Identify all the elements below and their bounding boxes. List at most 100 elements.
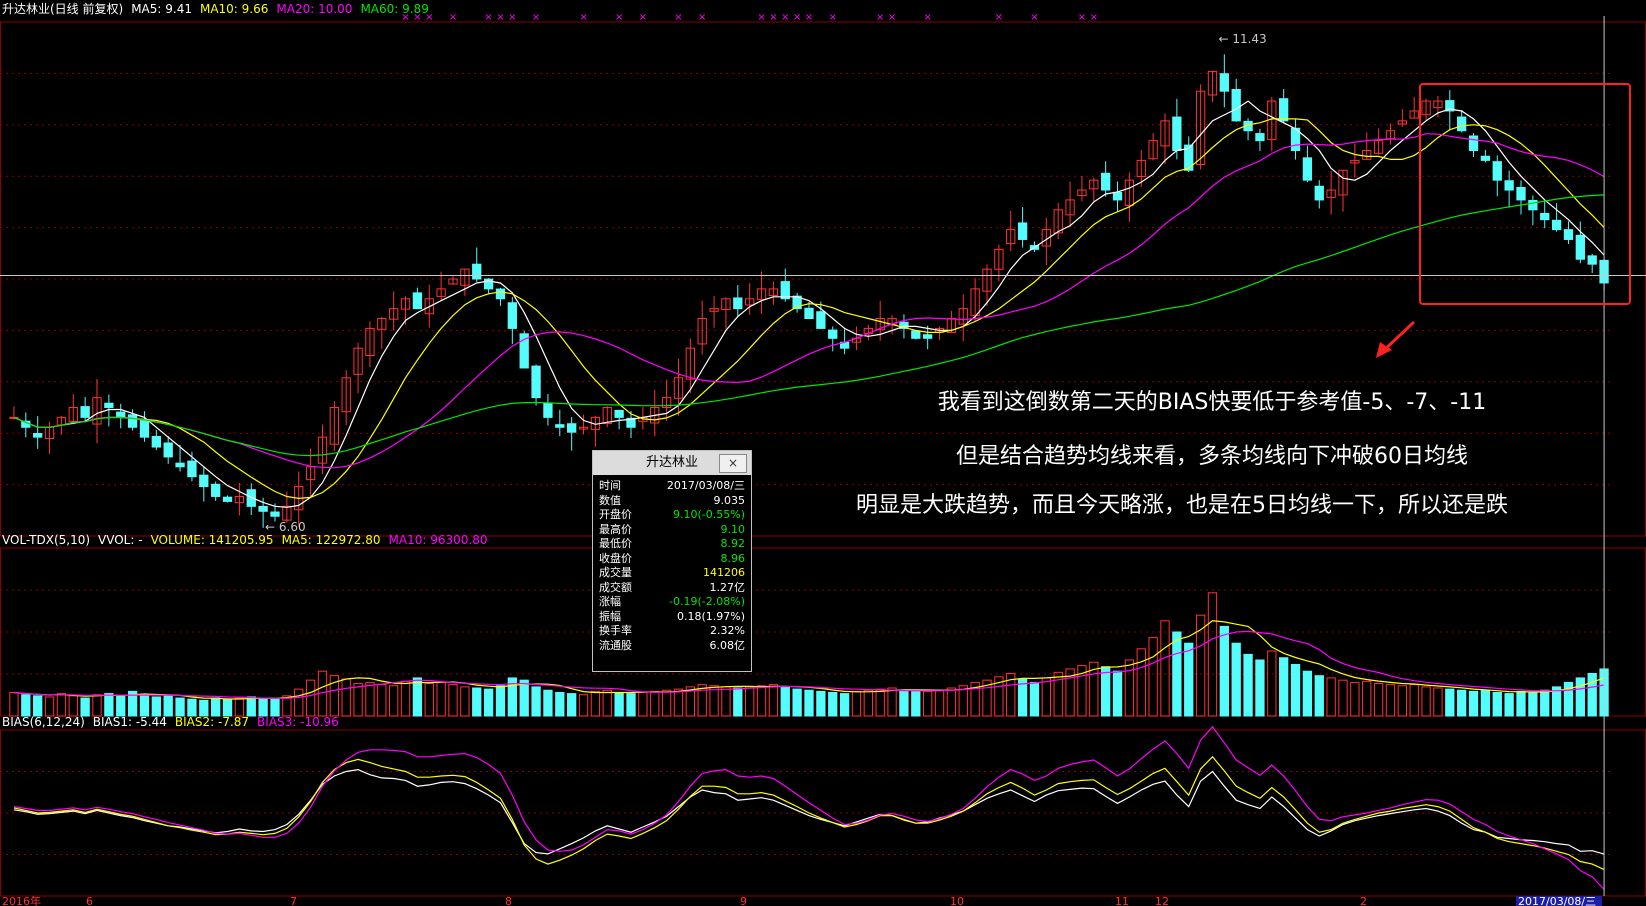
close-icon[interactable]: × bbox=[719, 454, 747, 473]
candle-body bbox=[1480, 155, 1491, 161]
candle-body bbox=[1492, 161, 1502, 181]
info-row-value: -0.19(-2.08%) bbox=[669, 595, 745, 608]
info-row-value: 141206 bbox=[703, 566, 745, 579]
info-row-value: 2.32% bbox=[710, 624, 745, 637]
candle-body bbox=[828, 329, 838, 339]
candle-body bbox=[127, 414, 138, 428]
info-row-label: 振幅 bbox=[599, 609, 621, 623]
volume-bar bbox=[389, 685, 399, 717]
volume-bar bbox=[923, 690, 933, 717]
volume-bar bbox=[899, 689, 909, 717]
volume-bar bbox=[1219, 625, 1229, 717]
event-marker: × bbox=[923, 12, 931, 23]
price-header-item: 升达林业(日线 前复权) bbox=[2, 1, 123, 16]
high-price-marker: ← 11.43 bbox=[1218, 32, 1266, 46]
volume-bar bbox=[519, 679, 529, 717]
candle-body bbox=[412, 292, 423, 310]
candle-body bbox=[555, 424, 565, 428]
info-row: 涨幅 -0.19(-2.08%) bbox=[599, 595, 745, 610]
volume-bar bbox=[1373, 683, 1384, 717]
event-marker: × bbox=[698, 12, 706, 23]
info-row: 成交额 1.27亿 bbox=[599, 581, 745, 596]
volume-bar bbox=[626, 693, 636, 717]
candle-body bbox=[1112, 191, 1123, 201]
volume-bar bbox=[139, 694, 150, 717]
volume-bar bbox=[1041, 677, 1051, 717]
volume-bar bbox=[1338, 679, 1348, 717]
event-marker: × bbox=[425, 12, 433, 23]
volume-bar bbox=[614, 691, 624, 717]
candle-body bbox=[1504, 180, 1514, 191]
volume-bar bbox=[1575, 677, 1585, 717]
volume-bar bbox=[911, 690, 921, 717]
volume-bar bbox=[104, 693, 114, 717]
volume-bar bbox=[590, 690, 601, 717]
x-axis-label: 9 bbox=[740, 895, 747, 906]
info-row-label: 最高价 bbox=[599, 522, 632, 536]
event-marker: × bbox=[413, 12, 421, 23]
volume-bar bbox=[377, 684, 387, 717]
volume-bar bbox=[1516, 690, 1526, 717]
volume-bar bbox=[353, 683, 363, 717]
volume-bar bbox=[946, 687, 957, 717]
volume-bar bbox=[1267, 650, 1277, 717]
volume-header-item: MA10: 96300.80 bbox=[389, 533, 488, 547]
info-row-label: 成交额 bbox=[599, 580, 632, 594]
x-axis-label: 11 bbox=[1115, 895, 1129, 906]
volume-bar bbox=[92, 694, 102, 717]
candle-body bbox=[816, 311, 826, 329]
volume-bar bbox=[365, 681, 375, 717]
info-row: 数值 9.035 bbox=[599, 494, 745, 509]
info-row: 振幅 0.18(1.97%) bbox=[599, 610, 745, 625]
volume-bar bbox=[80, 697, 90, 717]
candle-body bbox=[567, 423, 577, 433]
event-marker: × bbox=[793, 12, 801, 23]
volume-bar bbox=[733, 687, 743, 717]
volume-bar bbox=[175, 697, 185, 717]
volume-bar bbox=[151, 696, 161, 717]
info-row-value: 1.27亿 bbox=[709, 580, 746, 594]
volume-bar bbox=[1350, 681, 1360, 717]
volume-ma10-line bbox=[13, 630, 1605, 699]
event-marker: × bbox=[995, 12, 1003, 23]
volume-bar bbox=[567, 693, 577, 717]
annotation-text: 但是结合趋势均线来看，多条均线向下冲破60日均线 bbox=[956, 444, 1468, 469]
candle-body bbox=[507, 302, 517, 329]
volume-header-item: MA5: 122972.80 bbox=[282, 533, 381, 547]
volume-bar bbox=[661, 689, 672, 717]
event-marker: × bbox=[1090, 12, 1098, 23]
stock-chart[interactable]: 升达林业(日线 前复权) MA5: 9.41 MA10: 9.66 MA20: 10.… bbox=[0, 0, 1646, 906]
volume-bar bbox=[745, 686, 755, 717]
volume-bar bbox=[1243, 653, 1253, 717]
x-axis-label: 2017/03/08/三 bbox=[1518, 895, 1596, 906]
candle-body bbox=[151, 435, 161, 448]
volume-bar bbox=[9, 691, 19, 717]
event-marker: × bbox=[639, 12, 647, 23]
info-row-label: 流通股 bbox=[599, 638, 632, 652]
candle-body bbox=[1563, 229, 1574, 240]
volume-bar bbox=[1362, 680, 1372, 717]
info-row: 最高价 9.10 bbox=[599, 523, 745, 538]
x-axis-label: 7 bbox=[290, 895, 297, 906]
volume-bar bbox=[460, 686, 470, 717]
info-panel-body: 时间 2017/03/08/三 数值 9.035 开盘价 9.10(-0.55%) 最高价 9… bbox=[593, 475, 751, 653]
volume-bar bbox=[650, 690, 660, 717]
x-axis-label: 2 bbox=[1360, 895, 1367, 906]
volume-bar bbox=[163, 695, 173, 717]
event-marker: × bbox=[888, 12, 896, 23]
candle-body bbox=[187, 460, 197, 478]
volume-bar bbox=[472, 687, 482, 717]
bias-header-item: BIAS(6,12,24) bbox=[2, 715, 85, 729]
candle-body bbox=[1468, 135, 1479, 151]
volume-header-item: VVOL: - bbox=[98, 533, 143, 547]
volume-bar bbox=[222, 698, 233, 717]
candle-body bbox=[270, 511, 280, 517]
candle-body bbox=[211, 483, 221, 497]
candle-body bbox=[911, 330, 921, 339]
info-panel[interactable]: 升达林业 × 时间 2017/03/08/三 数值 9.035 开盘价 9.10(-0.5… bbox=[592, 450, 752, 672]
info-row: 时间 2017/03/08/三 bbox=[599, 479, 745, 494]
volume-bar bbox=[1326, 677, 1336, 717]
volume-bar bbox=[1124, 659, 1135, 717]
volume-bar bbox=[341, 678, 351, 717]
bias-header-item: BIAS1: -5.44 bbox=[93, 715, 167, 729]
